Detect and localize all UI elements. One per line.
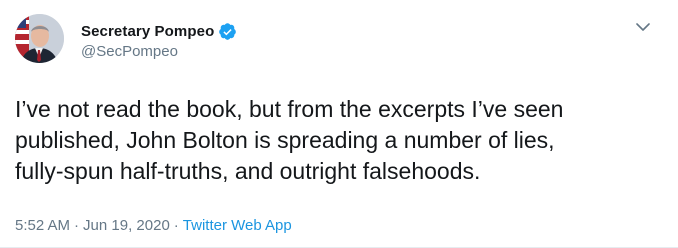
tweet-header: Secretary Pompeo @SecPompeo — [81, 21, 237, 60]
meta-separator: · — [74, 217, 80, 234]
meta-separator: · — [173, 217, 179, 234]
tweet-text: I’ve not read the book, but from the exc… — [15, 96, 564, 184]
tweet-metadata: 5:52 AM · Jun 19, 2020 · Twitter Web App — [15, 217, 292, 234]
tweet-source-link[interactable]: Twitter Web App — [183, 217, 292, 234]
chevron-down-icon — [636, 22, 650, 31]
author-handle[interactable]: @SecPompeo — [81, 43, 237, 60]
tweet-date[interactable]: Jun 19, 2020 — [83, 217, 170, 234]
tweet-menu-button[interactable] — [634, 18, 652, 36]
avatar[interactable] — [15, 14, 64, 63]
name-row: Secretary Pompeo — [81, 21, 237, 41]
tweet-time[interactable]: 5:52 AM — [15, 217, 70, 234]
verified-badge-icon — [218, 22, 237, 41]
avatar-image — [15, 14, 64, 63]
author-display-name[interactable]: Secretary Pompeo — [81, 23, 214, 40]
tweet-card: Secretary Pompeo @SecPompeo I’ve not rea… — [0, 0, 678, 248]
